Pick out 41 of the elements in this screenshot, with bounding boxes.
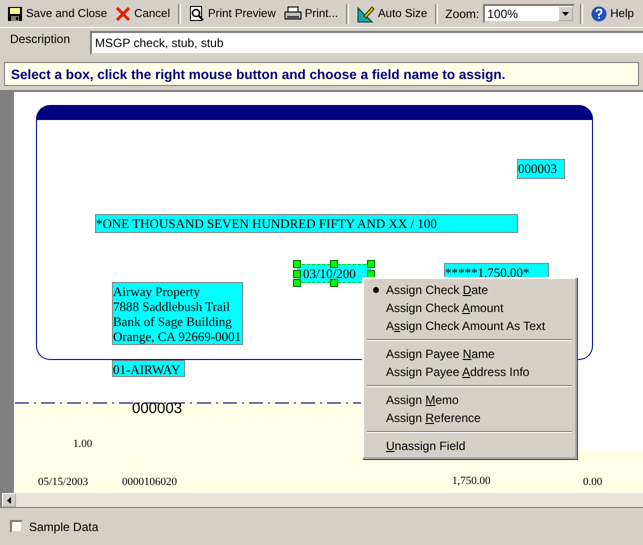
menu-item[interactable]: Assign Payee Address Info <box>366 363 573 381</box>
help-button[interactable]: Help <box>588 4 637 24</box>
data-field[interactable]: 01-AIRWAY <box>112 360 185 377</box>
menu-item[interactable]: Assign Check Amount As Text <box>366 317 573 335</box>
stub-amount: 0.00 <box>583 476 602 488</box>
stub-amount: 1,750.00 <box>452 475 490 487</box>
zoom-label: Zoom: <box>445 6 480 20</box>
stub-text: 0000106020 <box>122 476 177 488</box>
caret-icon <box>562 12 570 16</box>
printer-icon <box>284 6 302 22</box>
data-field[interactable]: Airway Property 7888 Saddlebush Trail Bank of Sage Building Orange, CA 92669-0001 <box>112 282 243 345</box>
check-number: 000003 <box>132 400 182 417</box>
stub-text: 1.00 <box>73 438 92 450</box>
close-icon <box>115 6 132 22</box>
description-field[interactable]: MSGP check, stub, stub <box>90 31 643 55</box>
ruler-pencil-icon <box>357 4 375 22</box>
scroll-left-button[interactable] <box>2 493 16 507</box>
menu-item[interactable]: Assign Check Amount <box>366 299 573 317</box>
resize-handle[interactable] <box>330 260 338 268</box>
toolbar-button[interactable]: Cancel <box>112 4 174 24</box>
instruction-banner: Select a box, click the right mouse button and choose a field name to assign. <box>4 62 639 86</box>
menu-item[interactable]: Unassign Field <box>366 437 573 455</box>
data-field[interactable]: *ONE THOUSAND SEVEN HUNDRED FIFTY AND XX / 100 <box>95 214 518 233</box>
toolbar-button[interactable]: Print Preview <box>186 4 279 24</box>
menu-item[interactable]: Assign Memo <box>366 391 573 409</box>
menu-item[interactable]: Assign Reference <box>366 409 573 427</box>
toolbar-button[interactable]: Auto Size <box>354 2 430 24</box>
sample-data-checkbox[interactable] <box>10 520 23 533</box>
resize-handle[interactable] <box>330 279 338 287</box>
stub-date: 05/15/2003 <box>38 476 88 488</box>
zoom-dropdown[interactable]: 100% <box>483 4 576 23</box>
question-mark-icon <box>591 6 608 22</box>
toolbar-button[interactable]: Print... <box>280 4 341 24</box>
description-label: Description <box>10 31 70 46</box>
menu-item[interactable]: Assign Payee Name <box>366 345 573 363</box>
toolbar-button[interactable]: Save and Close <box>4 4 110 24</box>
menu-item[interactable]: Assign Check Date <box>366 281 573 299</box>
data-field[interactable]: 000003 <box>517 159 565 179</box>
left-arrow-icon <box>7 496 11 504</box>
sample-data-label: Sample Data <box>29 520 98 534</box>
magnifier-page-icon <box>189 6 206 22</box>
